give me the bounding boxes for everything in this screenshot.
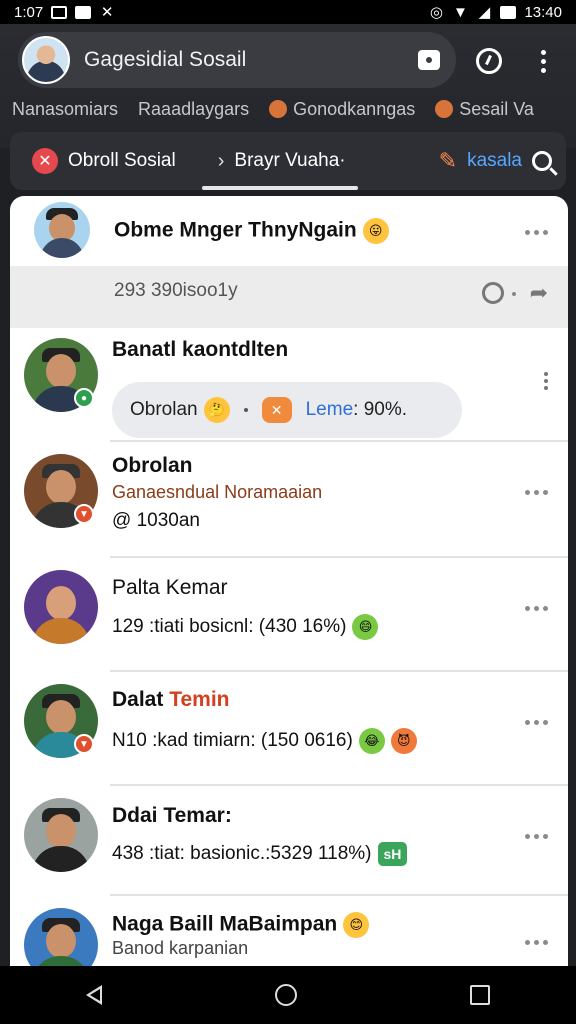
laugh-emoji-icon: 😄 [352,614,379,640]
active-tab-indicator [202,186,358,190]
more-options-button[interactable] [528,46,558,76]
avatar[interactable] [24,908,98,966]
share-icon[interactable]: ➦ [530,280,548,306]
chat-preview: 129 :tiati bosicnl: (430 16%) 😄 [112,614,379,640]
category-label: Gonodkanngas [293,98,416,119]
chat-list-item[interactable]: Naga Baill MaBaimpan 😊 Banod karpanian [10,896,568,966]
search-icon[interactable] [532,151,552,171]
system-nav-bar [0,966,576,1024]
home-icon[interactable] [274,984,297,1006]
alarm-icon: ◎ [429,4,443,21]
notification-icon [51,5,68,19]
tab-label: kasala [467,150,522,171]
camera-icon[interactable] [418,50,440,70]
reaction-chip[interactable]: Obrolan 🤔 ✕ Leme : 90%. [112,382,462,438]
post-author: Obme Mnger ThnyNgain 😛 [114,218,389,244]
chat-preview: N10 :kad timiarn: (150 0616) 😂 😈 [112,728,417,754]
chat-name: Naga Baill MaBaimpan 😊 [112,912,370,938]
chevron-right-icon: › [217,149,225,172]
chat-name: Dalat Temin [112,688,230,711]
close-icon: ✕ [32,148,58,174]
app-title: Gagesidial Sosail [84,48,247,71]
thinking-emoji-icon: 🤔 [203,397,230,423]
tab-label: Brayr Vuaha· [234,150,346,171]
chat-subtitle: Banod karpanian [112,938,249,958]
chat-list-item[interactable]: ▼ Dalat Temin N10 :kad timiarn: (150 061… [10,672,568,784]
chat-feed: Obme Mnger ThnyNgain 😛 293 390isoo1y ➦ ● … [10,196,568,966]
profile-avatar[interactable] [22,36,70,84]
crying-emoji-icon: 😂 [358,728,385,754]
back-icon[interactable] [86,985,103,1005]
chat-name: Palta Kemar [112,576,228,599]
wifi-icon: ▼ [453,3,468,21]
chip-label: Obrolan [130,399,198,420]
more-icon[interactable] [525,834,548,839]
stat-badge: sH [377,842,408,866]
chat-list-item[interactable]: Palta Kemar 129 :tiati bosicnl: (430 16%… [10,558,568,670]
status-bar: 1:07 ✕ ◎ ▼ ◢ 13:40 [0,0,576,24]
category-item[interactable]: Raaadlaygars [138,99,249,120]
separator-dot [243,408,248,412]
tab-obroll-sosial[interactable]: ✕ Obroll Sosial [32,148,176,174]
online-badge-icon: ● [74,388,94,408]
tab-label: Obroll Sosial [68,150,176,171]
more-icon[interactable] [525,490,548,495]
smile-emoji-icon: 😊 [343,912,370,938]
category-item[interactable]: Nanasomiars [12,99,118,120]
recents-icon[interactable] [469,985,490,1005]
kebab-icon [540,49,546,73]
category-item[interactable]: Sesail Va [435,99,534,120]
category-icon [435,100,454,118]
notification-badge-icon: ▼ [74,504,94,524]
vertical-more-icon[interactable] [544,372,548,390]
chat-name: Ddai Temar: [112,804,232,827]
avatar[interactable] [24,798,98,872]
category-strip: Nanasomiars Raaadlaygars Gonodkanngas Se… [0,94,576,124]
chip-status: Leme [305,399,354,420]
app-header: Gagesidial Sosail Nanasomiars Raaadlayga… [0,24,576,148]
chat-list-item[interactable]: ▼ Obrolan Ganaesndual Noramaaian @ 1030a… [10,442,568,554]
category-label: Raaadlaygars [138,98,250,119]
clock-icon [476,48,502,74]
notification-badge-icon: ▼ [74,734,94,754]
avatar[interactable] [24,570,98,644]
category-item[interactable]: Gonodkanngas [269,99,415,120]
muted-icon: ✕ [100,4,114,21]
avatar[interactable] [34,202,90,258]
tab-brayr-vuaha[interactable]: › Brayr Vuaha· [218,150,346,173]
devil-emoji-icon: 😈 [390,728,417,754]
post-stats: 293 390isoo1y [114,280,238,301]
chat-preview: 438 :tiat: basionic.:5329 118%) sH [112,842,408,866]
chip-value: : 90%. [353,399,408,420]
edit-icon: ✎ [438,148,458,173]
battery-icon [500,5,517,19]
history-button[interactable] [474,46,504,76]
chat-list-item[interactable]: Ddai Temar: 438 :tiat: basionic.:5329 11… [10,786,568,894]
status-time-left: 1:07 [14,3,44,21]
more-icon[interactable] [525,230,548,235]
tab-row: ✕ Obroll Sosial › Brayr Vuaha· ✎ kasala [10,132,566,190]
more-icon[interactable] [525,720,548,725]
tab-kasala[interactable]: ✎ kasala [439,148,522,174]
message-icon [75,5,92,19]
chat-name: Obrolan [112,454,193,477]
search-bar[interactable]: Gagesidial Sosail [18,32,456,88]
separator-dot [512,292,516,296]
more-icon[interactable] [525,606,548,611]
more-icon[interactable] [525,940,548,945]
chat-preview: @ 1030an [112,510,200,531]
chat-name: Banatl kaontdlten [112,338,289,361]
chat-subtitle: Ganaesndual Noramaaian [112,482,323,502]
signal-icon: ◢ [478,4,491,21]
close-chip-icon: ✕ [261,397,292,423]
like-icon[interactable] [482,282,504,304]
smile-emoji-icon: 😛 [362,218,389,244]
category-label: Sesail Va [459,98,534,119]
post-card[interactable]: Obme Mnger ThnyNgain 😛 [10,196,568,266]
category-icon [269,100,288,118]
category-label: Nanasomiars [12,98,119,119]
status-time-right: 13:40 [524,3,562,21]
